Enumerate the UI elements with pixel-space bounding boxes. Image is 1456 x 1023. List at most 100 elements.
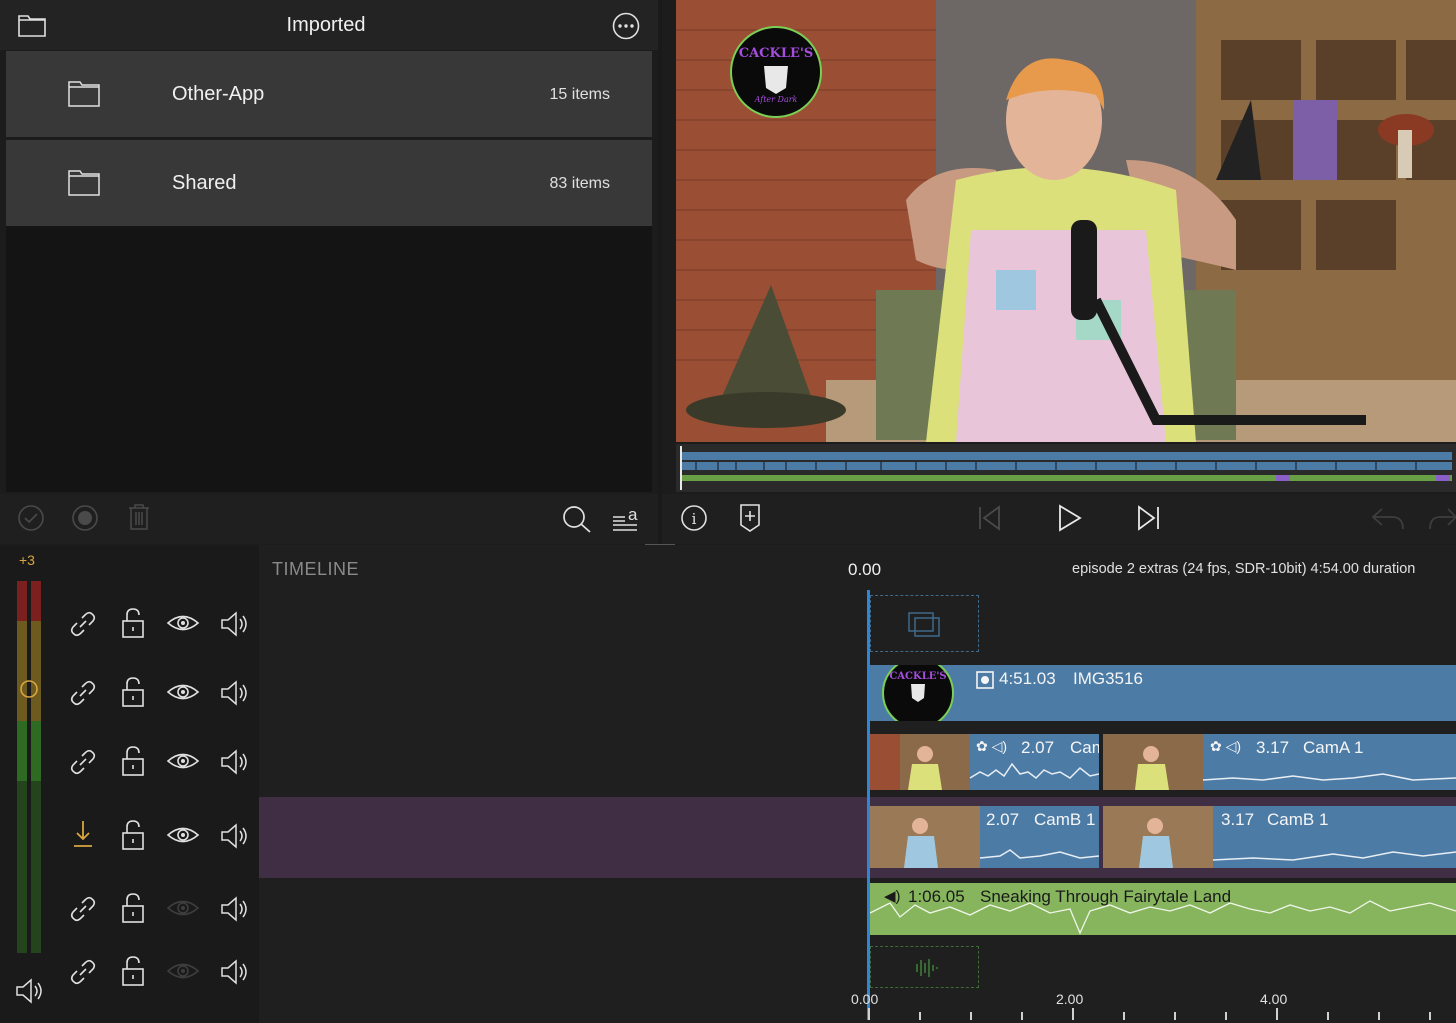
clip-name: CamB 1 [1034, 810, 1096, 829]
browser-list-empty-area [6, 226, 652, 492]
waveform-icon [916, 959, 938, 977]
clip-cama-1a[interactable]: ✿ ◁) 2.07 CamA 1 [870, 734, 1099, 790]
playhead-timecode: 0.00 [848, 560, 882, 579]
search-icon[interactable] [561, 504, 593, 534]
lock-open-icon[interactable] [120, 819, 146, 851]
sort-icon[interactable]: a [611, 503, 641, 533]
lock-open-icon[interactable] [120, 955, 146, 987]
ruler-tick [1174, 1012, 1176, 1020]
mini-timeline-clips [680, 446, 1452, 490]
clip-cama-1b[interactable]: ✿ ◁) 3.17 CamA 1 [1103, 734, 1456, 790]
video-clip-icon [976, 671, 994, 689]
more-options-icon[interactable] [611, 11, 641, 41]
eye-icon[interactable] [166, 960, 200, 982]
clip-thumbnail-logo: CACKLE'S [882, 665, 954, 721]
film-icon [908, 612, 940, 637]
ruler-label: 0.00 [851, 991, 879, 1007]
eye-icon[interactable] [166, 897, 200, 919]
clip-music-sneaking-through-fairytale-land[interactable]: ◀) 1:06.05 Sneaking Through Fairytale La… [870, 883, 1456, 935]
undo-icon[interactable] [1370, 505, 1406, 531]
logo-text: CACKLE'S [739, 46, 814, 61]
folder-icon [68, 81, 100, 107]
folder-name: Shared [172, 172, 237, 194]
ruler-tick [970, 1012, 972, 1020]
svg-text:a: a [628, 505, 638, 524]
clip-camb-1b[interactable]: 3.17 CamB 1 [1103, 806, 1456, 868]
folder-item-count: 83 items [549, 175, 610, 192]
eye-icon[interactable] [166, 681, 200, 703]
ruler-label: 2.00 [1056, 991, 1084, 1007]
playhead[interactable] [867, 590, 870, 1020]
folder-icon [68, 170, 100, 196]
video-frame: CACKLE'S After Dark [676, 0, 1456, 442]
link-icon[interactable] [68, 894, 98, 924]
lock-open-icon[interactable] [120, 745, 146, 777]
clip-duration: 3.17 [1256, 738, 1290, 757]
empty-audio-slot[interactable] [870, 946, 979, 988]
trash-icon[interactable] [127, 503, 151, 531]
info-icon[interactable]: i [680, 504, 708, 532]
browser-title: Imported [286, 14, 366, 36]
folder-name: Other-App [172, 83, 265, 105]
eye-icon[interactable] [166, 824, 200, 846]
eye-icon[interactable] [166, 750, 200, 772]
ruler-tick [919, 1012, 921, 1020]
folder-row-shared[interactable]: Shared 83 items [6, 140, 652, 226]
audio-meter-left [17, 581, 27, 953]
checkmark-icon[interactable] [17, 504, 45, 532]
clip-name: IMG3516 [1073, 669, 1143, 688]
audio-meter-label: +3 [19, 552, 35, 568]
clip-name: CamA 1 [1070, 738, 1099, 757]
clip-name: CamB 1 [1267, 810, 1329, 829]
lock-open-icon[interactable] [120, 607, 146, 639]
clip-title-img3516[interactable]: CACKLE'S 4:51.03 IMG3516 [870, 665, 1456, 721]
skip-back-icon[interactable] [977, 505, 1003, 531]
clip-camb-1a[interactable]: 2.07 CamB 1 [870, 806, 1099, 868]
link-icon[interactable] [68, 609, 98, 639]
clip-effects-icon: ✿ ◁) [976, 738, 1008, 754]
video-preview[interactable]: CACKLE'S After Dark [676, 0, 1456, 442]
clip-duration: 2.07 [986, 810, 1020, 829]
ruler-tick [1072, 1008, 1074, 1020]
redo-icon[interactable] [1428, 505, 1456, 531]
play-icon[interactable] [1057, 504, 1083, 532]
lock-open-icon[interactable] [120, 676, 146, 708]
svg-text:i: i [692, 510, 697, 528]
ruler-tick [1429, 1012, 1431, 1020]
ruler-tick [1021, 1012, 1023, 1020]
ruler-tick [1327, 1012, 1329, 1020]
clip-duration: 2.07 [1021, 738, 1055, 757]
speaker-icon[interactable] [219, 957, 249, 987]
clip-duration: 4:51.03 [999, 669, 1056, 688]
eye-icon[interactable] [166, 612, 200, 634]
timeline-label: TIMELINE [272, 559, 360, 579]
folder-row-other-app[interactable]: Other-App 15 items [6, 51, 652, 137]
empty-video-slot[interactable] [870, 595, 979, 652]
speaker-icon: ◀) [884, 888, 901, 905]
clip-duration: 1:06.05 [908, 887, 965, 906]
logo-subtext: After Dark [754, 95, 798, 104]
clip-effects-icon: ✿ ◁) [1210, 738, 1242, 754]
speaker-icon[interactable] [219, 747, 249, 777]
lock-open-icon[interactable] [120, 892, 146, 924]
project-info: episode 2 extras (24 fps, SDR-10bit) 4:5… [1072, 561, 1416, 577]
record-icon[interactable] [71, 504, 99, 532]
audio-meter-right [31, 581, 41, 953]
skip-forward-icon[interactable] [1135, 505, 1161, 531]
ruler-tick [1276, 1008, 1278, 1020]
ruler-tick [1123, 1012, 1125, 1020]
speaker-icon[interactable] [219, 678, 249, 708]
svg-text:CACKLE'S: CACKLE'S [889, 671, 946, 682]
add-marker-icon[interactable] [738, 503, 762, 533]
connect-down-icon[interactable] [70, 819, 96, 851]
master-volume-icon[interactable] [14, 976, 44, 1006]
link-icon[interactable] [68, 957, 98, 987]
mini-timeline-overview[interactable] [676, 444, 1456, 492]
speaker-icon[interactable] [219, 609, 249, 639]
link-icon[interactable] [68, 678, 98, 708]
link-icon[interactable] [68, 747, 98, 777]
ruler-tick [1378, 1012, 1380, 1020]
speaker-icon[interactable] [219, 821, 249, 851]
ruler-tick [1225, 1012, 1227, 1020]
speaker-icon[interactable] [219, 894, 249, 924]
